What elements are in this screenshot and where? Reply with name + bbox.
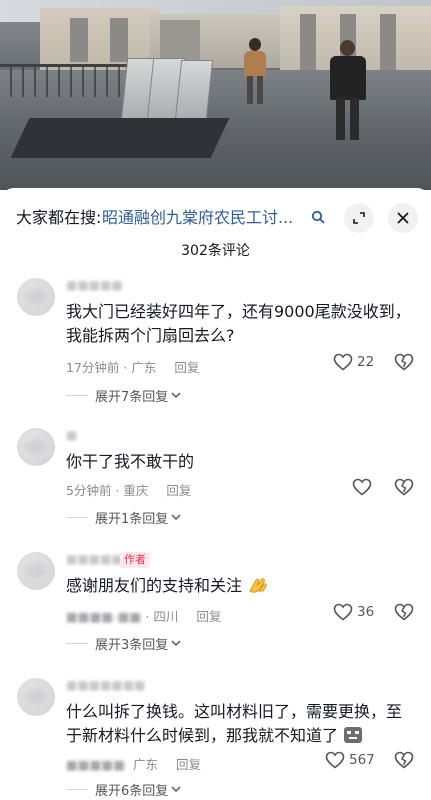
avatar[interactable]	[17, 428, 55, 466]
like-count: 22	[357, 354, 375, 370]
face-emoji-icon	[344, 727, 363, 743]
reply-button[interactable]: 回复	[174, 360, 199, 375]
comment-location: 广东	[131, 360, 157, 375]
divider	[66, 789, 88, 790]
comment-text: 什么叫拆了换钱。这叫材料旧了，需要更换，至于新材料什么时候到，那我就不知道了	[66, 700, 416, 748]
commenter-name-blurred[interactable]: ■■■■■	[66, 278, 123, 292]
fullscreen-icon	[353, 212, 365, 224]
heart-outline-icon	[333, 603, 353, 621]
heart-outline-icon	[333, 353, 353, 371]
commenter-name-blurred[interactable]: ■■■■■■■	[66, 678, 145, 692]
suggested-search-label: 大家都在搜:	[16, 208, 102, 227]
commenter-name-blurred[interactable]: ■	[66, 428, 77, 442]
chevron-down-icon	[171, 392, 181, 399]
divider	[66, 643, 88, 644]
person	[240, 38, 270, 108]
avatar[interactable]	[17, 678, 55, 716]
comment-time-blurred: ■■■■-■■	[66, 609, 142, 624]
reply-button[interactable]: 回复	[176, 757, 201, 772]
comment-time: 5分钟前	[66, 483, 112, 498]
meta-separator: ·	[115, 483, 120, 498]
fullscreen-button[interactable]	[344, 203, 374, 233]
expand-replies-label: 展开1条回复	[95, 512, 169, 527]
comment-sheet: 大家都在搜: 昭通融创九棠府农民工讨... 302条评论 ■■■■■ 我大门已经…	[0, 188, 431, 800]
like-count: 567	[349, 752, 375, 768]
comment-text: 感谢朋友们的支持和关注	[66, 574, 416, 598]
comment-text: 你干了我不敢干的	[66, 452, 195, 471]
comment-meta: 17分钟前 · 广东 回复	[66, 357, 199, 376]
expand-replies-button[interactable]: 展开1条回复	[66, 508, 181, 527]
like-button[interactable]: 36	[333, 603, 374, 621]
heart-outline-icon	[325, 751, 345, 769]
close-button[interactable]	[388, 203, 418, 233]
clapping-hands-emoji-icon	[249, 578, 268, 593]
broken-heart-icon[interactable]	[394, 603, 414, 621]
like-button[interactable]: 567	[325, 751, 375, 769]
comment-location: 四川	[153, 609, 179, 624]
meta-separator: ·	[123, 360, 128, 375]
like-button[interactable]	[352, 478, 376, 496]
divider	[66, 395, 88, 396]
expand-replies-button[interactable]: 展开3条回复	[66, 634, 181, 653]
close-icon	[397, 212, 409, 224]
suggested-search[interactable]: 大家都在搜: 昭通融创九棠府农民工讨...	[16, 203, 418, 233]
comment-location: 重庆	[123, 483, 149, 498]
comment-text-body: 感谢朋友们的支持和关注	[66, 576, 243, 595]
reply-button[interactable]: 回复	[166, 483, 191, 498]
like-button[interactable]: 22	[333, 353, 374, 371]
avatar[interactable]	[17, 552, 55, 590]
search-icon[interactable]	[311, 210, 325, 224]
broken-heart-icon[interactable]	[394, 353, 414, 371]
person	[326, 40, 370, 144]
author-badge: 作者	[120, 552, 150, 568]
chevron-down-icon	[171, 514, 181, 521]
broken-heart-icon[interactable]	[394, 751, 414, 769]
meta-separator: ·	[145, 609, 150, 624]
comment-meta: ■■■■-■■ · 四川 回复	[66, 606, 221, 625]
like-count: 36	[357, 604, 375, 620]
comment-time-blurred: ■■■■■·	[66, 757, 130, 772]
chevron-down-icon	[171, 786, 181, 793]
expand-replies-label: 展开7条回复	[95, 390, 169, 405]
glass-panel	[174, 60, 214, 120]
comment-text: 我大门已经装好四年了，还有9000尾款没收到，我能拆两个门扇回去么?	[66, 302, 411, 345]
comment-location: 广东	[133, 757, 159, 772]
commenter-name-blurred[interactable]: ■■■■■	[66, 552, 123, 566]
comment-count: 302条评论	[181, 243, 250, 259]
video-frame[interactable]	[0, 0, 431, 190]
chevron-down-icon	[171, 640, 181, 647]
reply-button[interactable]: 回复	[196, 609, 221, 624]
comment-time: 17分钟前	[66, 360, 120, 375]
comment-meta: 5分钟前 · 重庆 回复	[66, 480, 191, 499]
avatar[interactable]	[17, 278, 55, 316]
heart-outline-icon	[352, 478, 372, 496]
expand-replies-button[interactable]: 展开6条回复	[66, 780, 181, 799]
expand-replies-label: 展开3条回复	[95, 638, 169, 653]
divider	[66, 517, 88, 518]
broken-heart-icon[interactable]	[394, 478, 414, 496]
comment-meta: ■■■■■· 广东 回复	[66, 754, 201, 773]
roof-opening	[10, 118, 230, 158]
suggested-search-link[interactable]: 昭通融创九棠府农民工讨...	[102, 206, 320, 230]
expand-replies-label: 展开6条回复	[95, 784, 169, 799]
expand-replies-button[interactable]: 展开7条回复	[66, 386, 181, 405]
